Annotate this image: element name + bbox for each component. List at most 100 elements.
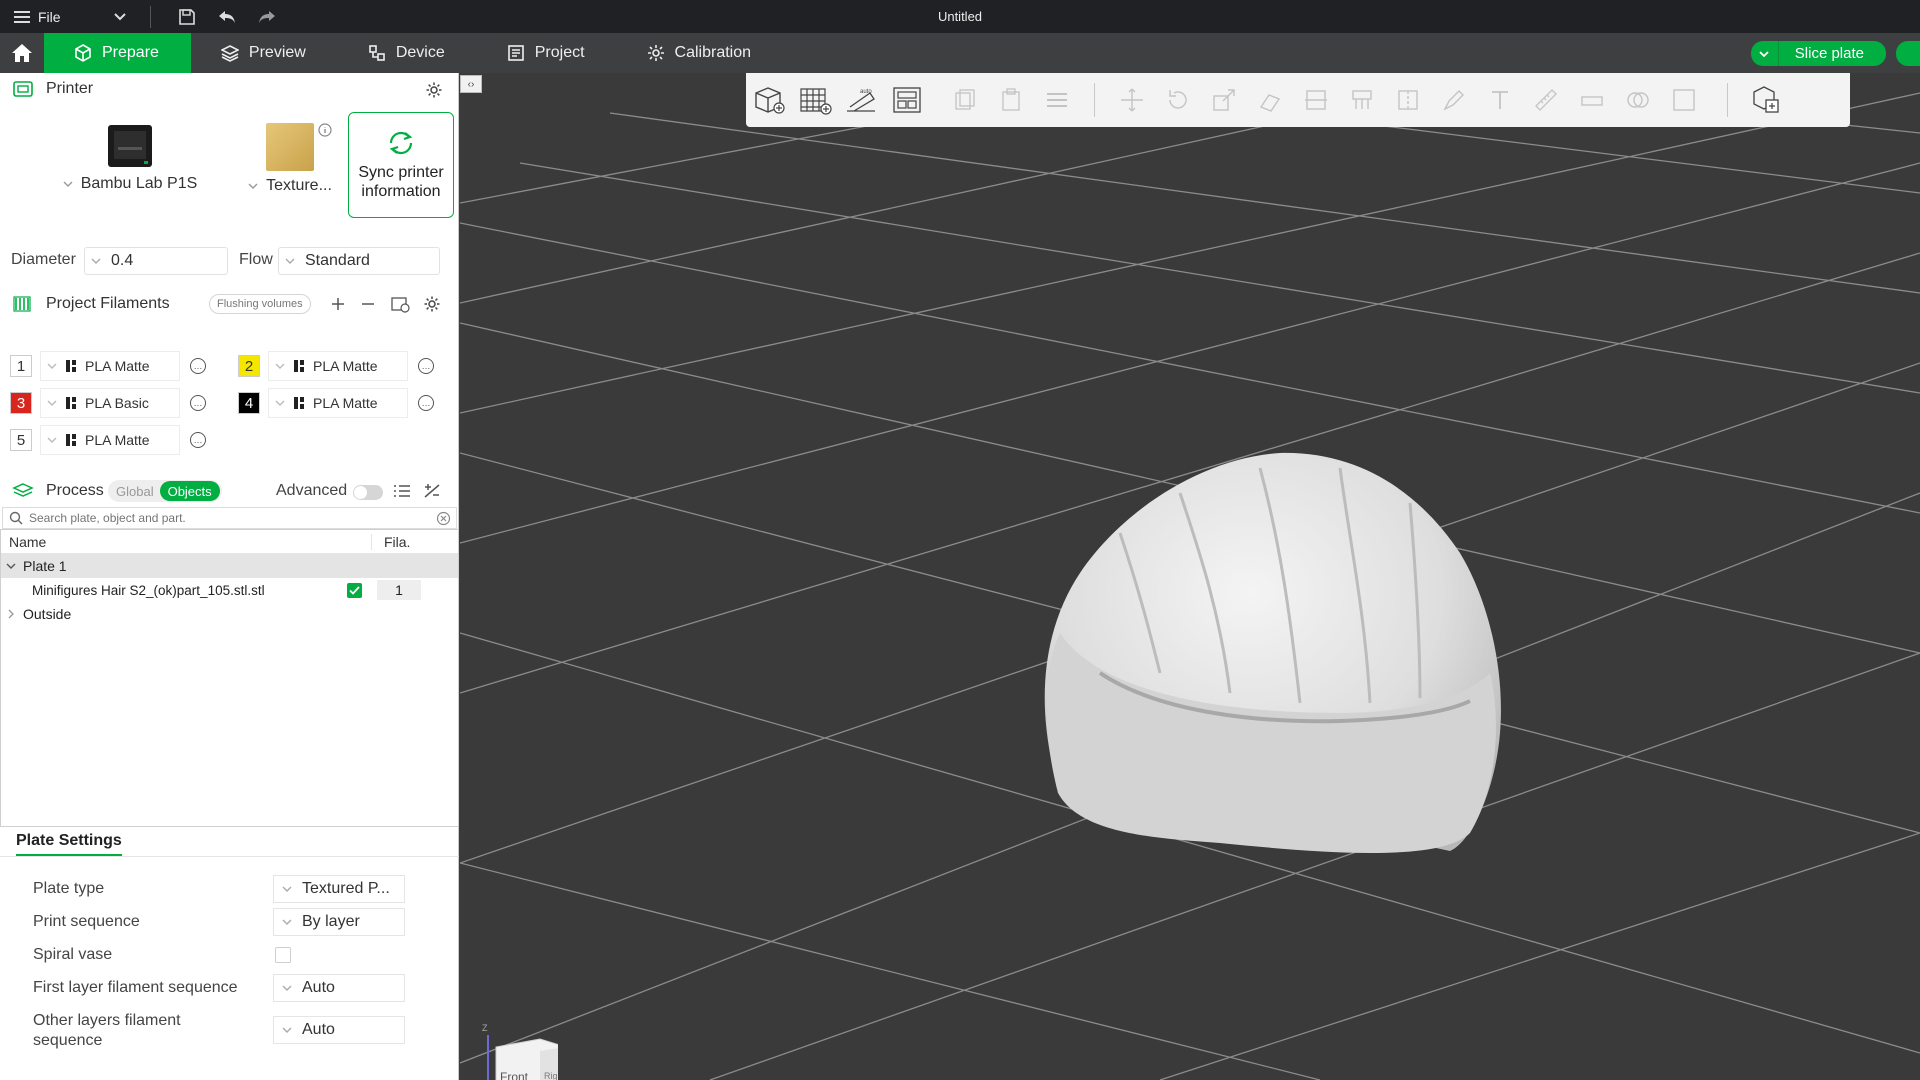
process-section-header: Process Global Objects Advanced <box>0 475 459 507</box>
slice-plate-button[interactable]: Slice plate <box>1778 41 1886 66</box>
arrange-button[interactable] <box>884 80 930 120</box>
slice-options-dropdown[interactable] <box>1750 41 1779 66</box>
filament-type-select[interactable]: PLA Matte <box>40 351 180 381</box>
toolbar-divider <box>150 5 151 28</box>
chevron-down-icon <box>114 12 126 20</box>
spiral-vase-checkbox[interactable] <box>275 947 291 963</box>
textured-plate-image <box>266 123 314 171</box>
clear-search-icon[interactable] <box>436 511 451 526</box>
bambu-logo-icon <box>66 397 76 409</box>
3d-viewport[interactable]: ‹› auto Z Front Rig <box>460 73 1920 1080</box>
add-plate-button[interactable] <box>792 80 838 120</box>
print-options-dropdown[interactable] <box>1896 41 1920 66</box>
filament-color-swatch[interactable]: 4 <box>238 392 260 414</box>
tab-preview[interactable]: Preview <box>191 33 338 73</box>
object-filament-select[interactable]: 1 <box>377 580 421 600</box>
tab-project[interactable]: Project <box>477 33 617 73</box>
gear-icon[interactable] <box>423 295 441 313</box>
flow-label: Flow <box>239 251 273 268</box>
flushing-volumes-button[interactable]: Flushing volumes <box>209 294 311 314</box>
first-layer-sequence-select[interactable]: Auto <box>273 974 405 1002</box>
plate-type-selector[interactable]: Texture... <box>240 123 340 195</box>
print-sequence-value: By layer <box>302 913 360 930</box>
add-icon[interactable] <box>331 297 345 311</box>
filament-more-icon[interactable]: … <box>190 358 206 374</box>
split-parts-button <box>1661 80 1707 120</box>
compare-icon[interactable] <box>423 483 441 499</box>
plate-type-select[interactable]: Textured P... <box>273 875 405 903</box>
front-face-label: Front <box>500 1070 529 1080</box>
slice-button-group: Slice plate <box>1750 41 1886 66</box>
filament-type-select[interactable]: PLA Basic <box>40 388 180 418</box>
lay-on-face-button <box>1247 80 1293 120</box>
measure-icon <box>1535 89 1557 111</box>
tab-prepare[interactable]: Prepare <box>44 33 191 73</box>
list-icon[interactable] <box>393 483 411 499</box>
tab-calibration[interactable]: Calibration <box>617 33 783 73</box>
view-mode-button[interactable] <box>1742 80 1788 120</box>
filament-more-icon[interactable]: … <box>190 432 206 448</box>
tab-device[interactable]: Device <box>338 33 477 73</box>
object-tree-header: Name Fila. <box>1 530 458 554</box>
printer-icon <box>13 81 33 97</box>
printer-selector[interactable]: Bambu Lab P1S <box>40 123 220 193</box>
hamburger-icon <box>14 10 30 23</box>
file-menu[interactable]: File <box>0 9 100 25</box>
filament-color-swatch[interactable]: 3 <box>10 392 32 414</box>
undo-button[interactable] <box>207 0 247 33</box>
sync-icon <box>389 131 413 155</box>
add-object-button[interactable] <box>746 80 792 120</box>
layers-icon <box>220 45 239 62</box>
filament-slot: 5 PLA Matte … <box>10 425 206 455</box>
chevron-down-icon[interactable] <box>6 561 16 571</box>
filament-type-select[interactable]: PLA Matte <box>40 425 180 455</box>
filament-more-icon[interactable]: … <box>190 395 206 411</box>
filament-more-icon[interactable]: … <box>418 395 434 411</box>
tab-device-label: Device <box>395 44 445 61</box>
support-paint-button <box>1339 80 1385 120</box>
navigation-cube[interactable]: Z Front Right <box>478 1021 558 1080</box>
arrange-icon <box>893 87 921 113</box>
object-row[interactable]: Minifigures Hair S2_(ok)part_105.stl.stl… <box>1 578 458 602</box>
chevron-down-icon <box>1759 50 1769 57</box>
mesh-boolean-button <box>1615 80 1661 120</box>
print-sequence-select[interactable]: By layer <box>273 908 405 936</box>
flow-select[interactable]: Standard <box>278 247 440 275</box>
other-layers-sequence-select[interactable]: Auto <box>273 1016 405 1044</box>
move-icon <box>1121 88 1143 112</box>
home-button[interactable] <box>0 33 44 73</box>
outside-row[interactable]: Outside <box>1 602 458 626</box>
printer-name: Bambu Lab P1S <box>80 175 198 192</box>
filament-more-icon[interactable]: … <box>418 358 434 374</box>
filament-type-select[interactable]: PLA Matte <box>268 351 408 381</box>
printer-image <box>108 125 152 167</box>
object-visibility-checkbox[interactable] <box>347 583 362 598</box>
filament-color-swatch[interactable]: 1 <box>10 355 32 377</box>
collapse-sidebar-button[interactable]: ‹› <box>460 75 482 93</box>
object-search-input[interactable] <box>29 511 429 525</box>
global-scope-option[interactable]: Global <box>116 484 154 499</box>
filament-color-swatch[interactable]: 5 <box>10 429 32 451</box>
filament-sync-icon[interactable] <box>390 295 410 313</box>
filament-type-select[interactable]: PLA Matte <box>268 388 408 418</box>
save-button[interactable] <box>167 0 207 33</box>
bambu-logo-icon <box>66 360 76 372</box>
gear-icon[interactable] <box>425 81 443 99</box>
objects-scope-option[interactable]: Objects <box>159 481 220 501</box>
name-column-header: Name <box>9 533 47 550</box>
advanced-toggle[interactable] <box>353 485 383 500</box>
file-dropdown-button[interactable] <box>100 0 140 33</box>
nozzle-diameter-select[interactable]: 0.4 <box>84 247 228 275</box>
filament-color-swatch[interactable]: 2 <box>238 355 260 377</box>
diameter-label: Diameter <box>11 251 76 268</box>
remove-icon[interactable] <box>361 297 375 311</box>
chevron-right-icon[interactable] <box>7 609 15 619</box>
plate-row[interactable]: Plate 1 <box>1 554 458 578</box>
redo-button[interactable] <box>247 0 287 33</box>
auto-orient-button[interactable]: auto <box>838 80 884 120</box>
plate-settings-tab[interactable]: Plate Settings <box>16 832 122 856</box>
sync-printer-button[interactable]: Sync printer information <box>348 112 454 218</box>
hair-model[interactable] <box>1044 452 1501 853</box>
view-layout-icon <box>1753 86 1779 113</box>
info-icon[interactable] <box>318 123 332 137</box>
